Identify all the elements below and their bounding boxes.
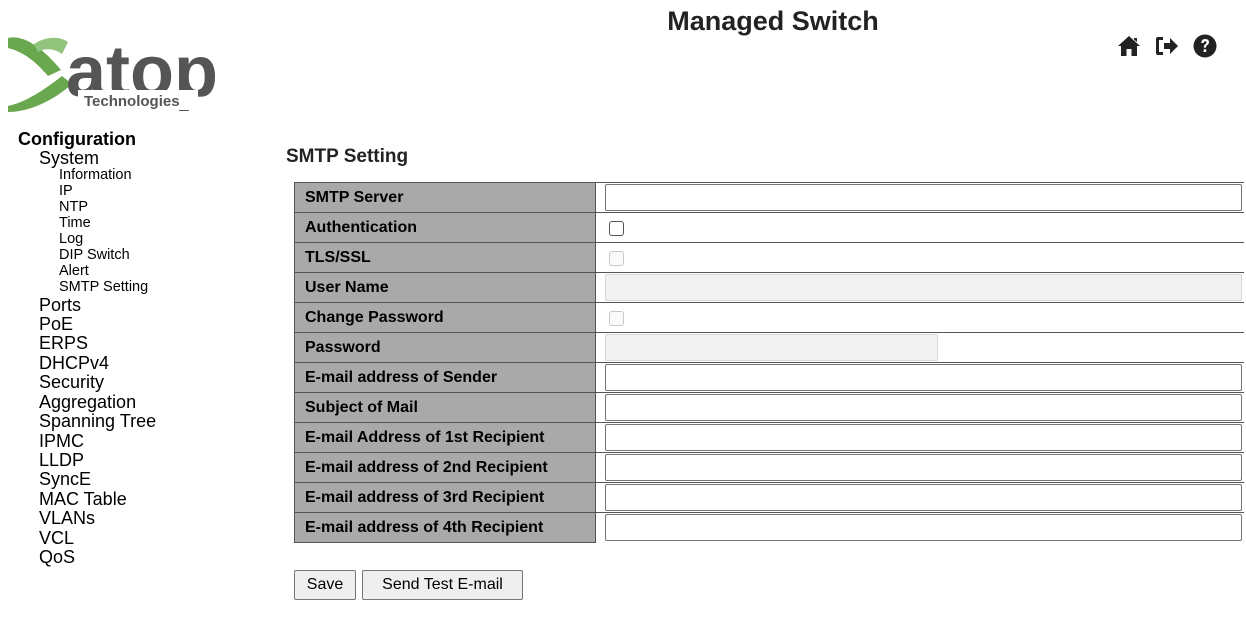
nav-subitem-time[interactable]: Time — [18, 215, 268, 232]
save-button[interactable]: Save — [294, 570, 356, 600]
nav-subitem-dip-switch[interactable]: DIP Switch — [18, 247, 268, 264]
table-row: TLS/SSL — [294, 242, 1244, 273]
recipient-2-label: E-mail address of 2nd Recipient — [294, 452, 596, 483]
help-icon[interactable] — [1193, 34, 1217, 58]
send-test-email-button[interactable]: Send Test E-mail — [362, 570, 523, 600]
nav-subitem-alert[interactable]: Alert — [18, 263, 268, 280]
page-title: SMTP Setting — [286, 146, 409, 167]
recipient-1-input[interactable] — [605, 424, 1242, 451]
nav-subitem-ntp[interactable]: NTP — [18, 199, 268, 216]
nav-subitem-smtp-setting[interactable]: SMTP Setting — [18, 279, 268, 296]
tls-ssl-label: TLS/SSL — [294, 242, 596, 273]
authentication-checkbox[interactable] — [609, 221, 624, 236]
table-row: E-mail address of Sender — [294, 362, 1244, 393]
atop-logo: atop Technologies — [6, 24, 266, 114]
sender-email-input[interactable] — [605, 364, 1242, 391]
nav-item-ports[interactable]: Ports — [18, 295, 268, 315]
table-row: Subject of Mail — [294, 392, 1244, 423]
nav-category-configuration: Configuration — [18, 129, 136, 149]
table-row: Change Password — [294, 302, 1244, 333]
recipient-4-input[interactable] — [605, 514, 1242, 542]
nav-item-erps[interactable]: ERPS — [18, 334, 268, 354]
recipient-2-input[interactable] — [605, 454, 1242, 481]
table-row: User Name — [294, 272, 1244, 303]
change-password-checkbox — [609, 311, 624, 326]
logo-subtitle: Technologies — [84, 93, 180, 110]
change-password-label: Change Password — [294, 302, 596, 333]
nav-item-mac-table[interactable]: MAC Table — [18, 489, 268, 509]
nav-subitem-ip[interactable]: IP — [18, 183, 268, 200]
nav-item-poe[interactable]: PoE — [18, 314, 268, 334]
nav-item-ipmc[interactable]: IPMC — [18, 431, 268, 451]
smtp-server-label: SMTP Server — [294, 182, 596, 213]
nav-item-spanning-tree[interactable]: Spanning Tree — [18, 411, 268, 431]
sidebar-nav: Configuration System Information IP NTP … — [18, 130, 268, 567]
table-row: Password — [294, 332, 1244, 363]
nav-item-security[interactable]: Security — [18, 372, 268, 392]
table-row: E-mail address of 3rd Recipient — [294, 482, 1244, 513]
sender-email-label: E-mail address of Sender — [294, 362, 596, 393]
nav-item-synce[interactable]: SyncE — [18, 469, 268, 489]
nav-item-lldp[interactable]: LLDP — [18, 450, 268, 470]
recipient-1-label: E-mail Address of 1st Recipient — [294, 422, 596, 453]
nav-item-system[interactable]: System — [18, 148, 268, 168]
nav-subitem-information[interactable]: Information — [18, 168, 268, 184]
table-row: E-mail Address of 1st Recipient — [294, 422, 1244, 453]
table-row: E-mail address of 2nd Recipient — [294, 452, 1244, 483]
smtp-server-input[interactable] — [605, 184, 1242, 211]
tls-ssl-checkbox — [609, 251, 624, 266]
nav-subitem-log[interactable]: Log — [18, 231, 268, 248]
table-row: SMTP Server — [294, 182, 1244, 213]
smtp-settings-table: SMTP Server Authentication TLS/SSL User … — [294, 182, 1244, 543]
recipient-3-label: E-mail address of 3rd Recipient — [294, 482, 596, 513]
app-title: Managed Switch — [667, 6, 879, 36]
nav-item-qos[interactable]: QoS — [18, 547, 268, 567]
password-label: Password — [294, 332, 596, 363]
nav-item-vcl[interactable]: VCL — [18, 528, 268, 548]
recipient-3-input[interactable] — [605, 484, 1242, 511]
password-input — [605, 334, 938, 361]
nav-item-dhcpv4[interactable]: DHCPv4 — [18, 353, 268, 373]
nav-item-vlans[interactable]: VLANs — [18, 508, 268, 528]
home-icon[interactable] — [1117, 34, 1141, 58]
user-name-input — [605, 274, 1242, 301]
logout-icon[interactable] — [1155, 34, 1179, 58]
table-row: Authentication — [294, 212, 1244, 243]
user-name-label: User Name — [294, 272, 596, 303]
mail-subject-label: Subject of Mail — [294, 392, 596, 423]
table-row: E-mail address of 4th Recipient — [294, 512, 1244, 543]
mail-subject-input[interactable] — [605, 394, 1242, 421]
authentication-label: Authentication — [294, 212, 596, 243]
nav-item-aggregation[interactable]: Aggregation — [18, 392, 268, 412]
recipient-4-label: E-mail address of 4th Recipient — [294, 512, 596, 543]
